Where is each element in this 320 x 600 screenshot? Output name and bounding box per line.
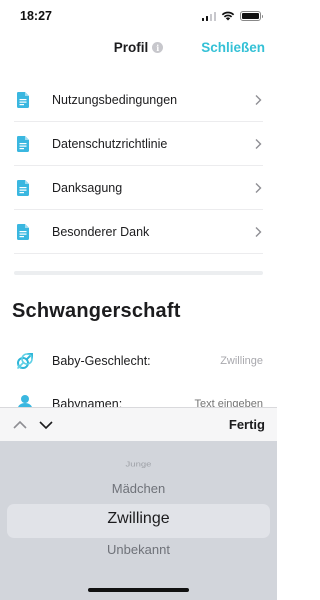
picker-option-unbekannt[interactable]: Unbekannt <box>0 542 277 557</box>
wifi-icon <box>221 11 235 21</box>
chevron-up-icon[interactable] <box>12 419 28 431</box>
close-button[interactable]: Schließen <box>201 40 265 55</box>
page-title: Profil <box>113 40 149 55</box>
picker-option-zwillinge[interactable]: Zwillinge <box>0 510 277 528</box>
menu-item-label: Nutzungsbedingungen <box>52 93 178 107</box>
status-bar: 18:27 <box>0 0 277 32</box>
baby-gender-label: Baby-Geschlecht: <box>52 354 151 368</box>
picker-option-maedchen[interactable]: Mädchen <box>0 481 277 496</box>
keyboard-toolbar: Fertig <box>0 407 277 441</box>
chevron-down-icon[interactable] <box>38 419 54 431</box>
menu-item-privacy[interactable]: Datenschutzrichtlinie <box>0 122 277 166</box>
menu-item-acknowledgements[interactable]: Danksagung <box>0 166 277 210</box>
menu-item-label: Besonderer Dank <box>52 225 150 239</box>
info-icon[interactable]: i <box>152 42 164 53</box>
home-indicator[interactable] <box>88 588 189 592</box>
document-icon <box>17 180 29 196</box>
battery-icon <box>240 11 263 21</box>
menu-item-label: Datenschutzrichtlinie <box>52 137 168 151</box>
menu-item-terms[interactable]: Nutzungsbedingungen <box>0 78 277 122</box>
chevron-right-icon <box>255 227 262 237</box>
gender-picker-wheel[interactable]: Junge Mädchen Zwillinge Unbekannt <box>0 441 277 600</box>
nav-bar: Profil i Schließen <box>0 32 277 66</box>
chevron-right-icon <box>255 95 262 105</box>
document-icon <box>17 136 29 152</box>
section-divider <box>14 271 263 275</box>
chevron-right-icon <box>255 139 262 149</box>
chevron-right-icon <box>255 183 262 193</box>
baby-gender-row[interactable]: Baby-Geschlecht: Zwillinge <box>0 343 277 379</box>
legal-menu-list: Nutzungsbedingungen Datenschutzrichtlini… <box>0 78 277 254</box>
status-icons <box>201 11 263 21</box>
section-title-pregnancy: Schwangerschaft <box>12 300 181 322</box>
status-time: 18:27 <box>20 9 52 23</box>
baby-gender-value[interactable]: Zwillinge <box>220 355 263 367</box>
done-button[interactable]: Fertig <box>229 417 265 432</box>
document-icon <box>17 92 29 108</box>
menu-item-special-thanks[interactable]: Besonderer Dank <box>0 210 277 254</box>
picker-option-junge[interactable]: Junge <box>0 460 277 469</box>
menu-item-label: Danksagung <box>52 181 123 195</box>
cellular-signal-icon <box>201 11 216 21</box>
document-icon <box>17 224 29 240</box>
gender-symbols-icon <box>17 353 33 369</box>
